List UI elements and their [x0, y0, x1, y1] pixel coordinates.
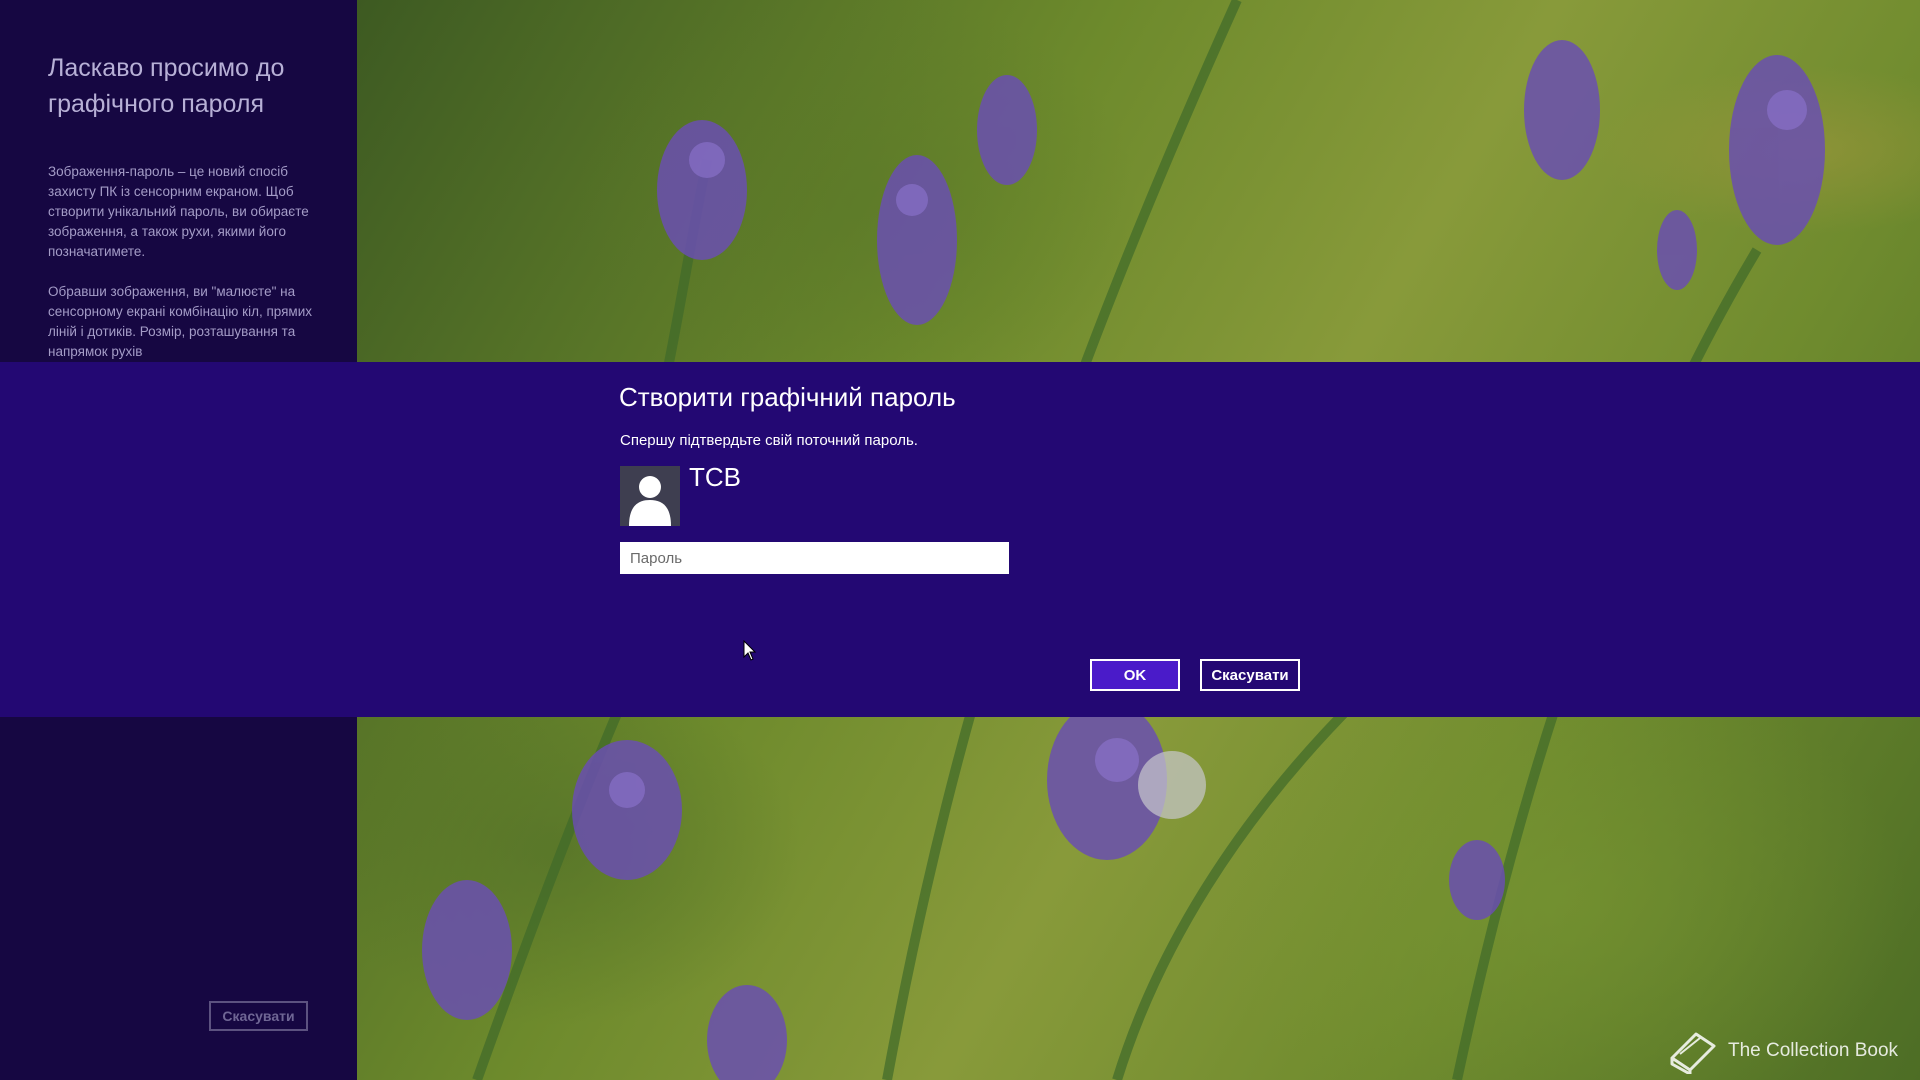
- confirm-password-dialog: Створити графічний пароль Спершу підтвер…: [0, 362, 1920, 717]
- user-avatar: [620, 466, 680, 526]
- username-label: TCB: [689, 462, 741, 492]
- user-silhouette-icon: [629, 476, 671, 526]
- welcome-paragraph-1: Зображення-пароль – це новий спосіб захи…: [48, 164, 309, 259]
- ok-button[interactable]: OK: [1090, 659, 1180, 691]
- watermark-text: The Collection Book: [1728, 1040, 1899, 1061]
- dialog-title: Створити графічний пароль: [619, 382, 956, 412]
- mouse-cursor-icon: [743, 640, 757, 661]
- welcome-cancel-button[interactable]: Скасувати: [209, 1001, 308, 1031]
- cancel-button[interactable]: Скасувати: [1200, 659, 1300, 691]
- password-input[interactable]: [620, 542, 1009, 574]
- book-icon: [1670, 1032, 1716, 1074]
- welcome-title: Ласкаво просимо до графічного пароля: [48, 54, 285, 118]
- dialog-subtitle: Спершу підтвердьте свій поточний пароль.: [620, 432, 918, 449]
- watermark: The Collection Book: [1668, 1028, 1898, 1074]
- touch-point-indicator: [1138, 751, 1206, 819]
- welcome-paragraph-2: Обравши зображення, ви "малюєте" на сенс…: [48, 284, 312, 359]
